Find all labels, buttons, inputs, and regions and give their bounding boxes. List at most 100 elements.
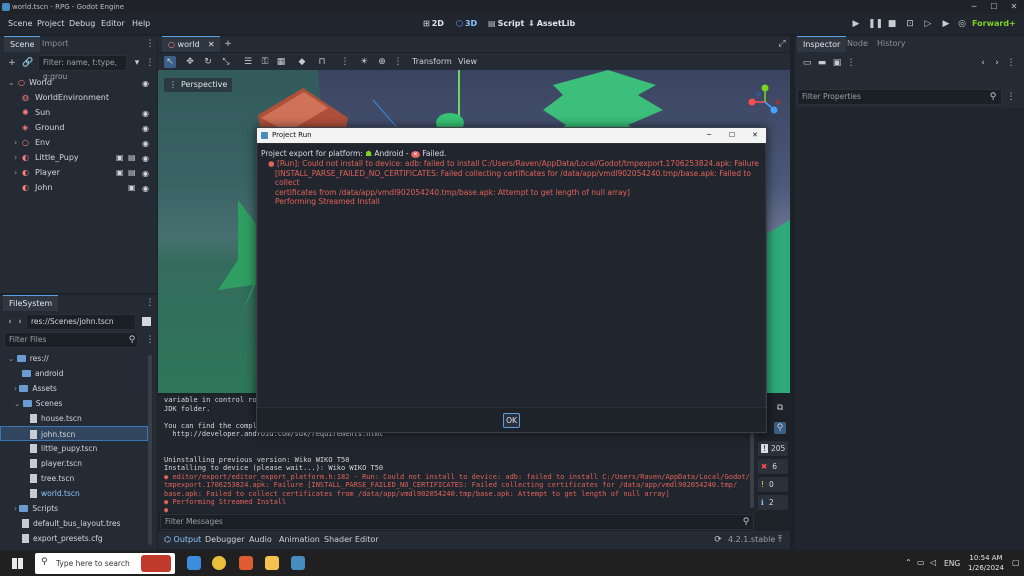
network-icon[interactable]: ▭ bbox=[917, 558, 925, 567]
tab-debugger[interactable]: Debugger bbox=[205, 531, 245, 549]
inspector-options-icon[interactable]: ⋮ bbox=[1005, 91, 1017, 103]
language-indicator[interactable]: ENG bbox=[944, 551, 960, 576]
gizmo-z-dot[interactable] bbox=[770, 106, 778, 114]
dock-menu-icon[interactable]: ⋮ bbox=[144, 38, 156, 50]
renderer-select[interactable]: Forward+ bbox=[972, 14, 1016, 34]
tab-history[interactable]: History bbox=[871, 36, 911, 52]
open-scene-icon[interactable]: ▣ bbox=[128, 180, 136, 195]
workspace-2d-button[interactable]: ⊞ 2D bbox=[423, 14, 444, 34]
view-menu[interactable]: View bbox=[458, 53, 477, 70]
clock-date[interactable]: 1/26/2024 bbox=[962, 564, 1010, 572]
tab-audio[interactable]: Audio bbox=[249, 531, 272, 549]
history-menu-icon[interactable]: ⋮ bbox=[1005, 57, 1017, 69]
preview-menu-icon[interactable]: ⋮ bbox=[392, 56, 404, 68]
path-field[interactable]: res://Scenes/john.tscn bbox=[26, 314, 136, 330]
snap-icon[interactable]: ⊓ bbox=[316, 56, 328, 68]
forward-icon[interactable]: › bbox=[14, 316, 26, 328]
fs-scrollbar[interactable] bbox=[148, 355, 152, 545]
menu-scene[interactable]: Scene bbox=[8, 14, 32, 34]
group-icon[interactable]: ▦ bbox=[275, 56, 287, 68]
save-resource-icon[interactable]: ▣ bbox=[831, 57, 843, 69]
tab-shader-editor[interactable]: Shader Editor bbox=[324, 531, 379, 549]
fs-item-res[interactable]: ⌄ res:// bbox=[0, 351, 148, 366]
gizmo-y-dot[interactable] bbox=[761, 84, 769, 92]
copy-output-icon[interactable]: ⧉ bbox=[774, 402, 786, 414]
windows-start-icon[interactable] bbox=[12, 558, 23, 569]
gizmo-neg-z-dot[interactable] bbox=[755, 91, 761, 97]
tab-node[interactable]: Node bbox=[841, 36, 874, 52]
resource-menu-icon[interactable]: ⋮ bbox=[845, 57, 857, 69]
open-scene-icon[interactable]: ▣ bbox=[116, 150, 124, 165]
fs-item-little-pupy[interactable]: little_pupy.tscn bbox=[0, 441, 148, 456]
distraction-free-icon[interactable]: ⤢ bbox=[776, 38, 788, 50]
visibility-eye-icon[interactable]: ◉ bbox=[142, 166, 149, 181]
list-select-icon[interactable]: ☰ bbox=[242, 56, 254, 68]
lock-icon[interactable]: ⚿ bbox=[259, 56, 271, 68]
tree-node-little-pupy[interactable]: › ◐ Little_Pupy ▣ ▤ ◉ bbox=[0, 150, 155, 165]
play-custom-scene-icon[interactable]: ▶ bbox=[940, 18, 952, 30]
filter-messages-input[interactable]: Filter Messages bbox=[160, 514, 754, 530]
perspective-menu[interactable]: ⋮ Perspective bbox=[164, 78, 233, 92]
tree-node-sun[interactable]: ✺ Sun ◉ bbox=[0, 105, 155, 120]
taskbar-search-box[interactable]: ⚲ Type here to search bbox=[35, 553, 175, 574]
camera-icon[interactable]: ⋮ bbox=[339, 56, 351, 68]
fs-item-world[interactable]: world.tscn bbox=[0, 486, 148, 501]
tree-node-env[interactable]: › ○ Env ◉ bbox=[0, 135, 155, 150]
local-space-icon[interactable]: ◆ bbox=[296, 56, 308, 68]
transform-menu[interactable]: Transform bbox=[412, 53, 452, 70]
movie-maker-icon[interactable]: ◎ bbox=[956, 18, 968, 30]
fs-item-tree[interactable]: tree.tscn bbox=[0, 471, 148, 486]
task-view-icon[interactable] bbox=[187, 556, 201, 570]
file-explorer-icon[interactable] bbox=[265, 556, 279, 570]
remote-debug-icon[interactable]: ⊡ bbox=[904, 18, 916, 30]
link-icon[interactable]: 🔗 bbox=[22, 57, 34, 69]
notifications-icon[interactable]: ▢ bbox=[1012, 558, 1020, 567]
scene-filter-input[interactable]: Filter: name, t:type, g:grou bbox=[38, 55, 127, 81]
chrome-icon[interactable] bbox=[212, 556, 226, 570]
filter-options-icon[interactable]: ▾ bbox=[131, 57, 143, 69]
workspace-3d-button[interactable]: ⬡ 3D bbox=[456, 14, 477, 34]
tree-node-worldenvironment[interactable]: ◍ WorldEnvironment bbox=[0, 90, 155, 105]
info-count-toggle[interactable]: ℹ2 bbox=[758, 495, 788, 510]
ok-button[interactable]: OK bbox=[503, 413, 520, 428]
dialog-close-icon[interactable]: ✕ bbox=[748, 128, 762, 143]
warning-count-toggle[interactable]: ! 0 bbox=[758, 477, 788, 492]
expand-arrow-icon[interactable]: › bbox=[14, 384, 17, 393]
add-node-icon[interactable]: + bbox=[6, 57, 18, 69]
tab-import[interactable]: Import bbox=[36, 36, 75, 52]
workspace-assetlib-button[interactable]: ⬇ AssetLib bbox=[528, 14, 575, 34]
rotate-tool-icon[interactable]: ↻ bbox=[202, 56, 214, 68]
gizmo-x-dot[interactable] bbox=[748, 98, 756, 106]
tree-node-world[interactable]: ⌄ ○ World ◉ bbox=[0, 75, 155, 90]
version-label[interactable]: 4.2.1.stable bbox=[728, 531, 775, 549]
gizmo-neg-x-dot[interactable] bbox=[775, 99, 781, 105]
fs-item-default-bus-layout[interactable]: default_bus_layout.tres bbox=[0, 516, 148, 531]
tab-inspector[interactable]: Inspector bbox=[797, 36, 847, 52]
close-icon[interactable]: ✕ bbox=[1004, 0, 1024, 14]
workspace-script-button[interactable]: ▤ Script bbox=[488, 14, 524, 34]
tab-filesystem[interactable]: FileSystem bbox=[3, 295, 59, 311]
history-forward-icon[interactable]: › bbox=[991, 57, 1003, 69]
tab-world[interactable]: ○ world ✕ bbox=[162, 36, 220, 52]
expand-arrow-icon[interactable]: › bbox=[14, 504, 17, 513]
fs-item-export-presets[interactable]: export_presets.cfg bbox=[0, 531, 148, 546]
tree-node-ground[interactable]: ◈ Ground ◉ bbox=[0, 120, 155, 135]
tray-chevron-icon[interactable]: ⌃ bbox=[905, 558, 912, 567]
fs-item-john[interactable]: john.tscn bbox=[0, 426, 148, 441]
menu-help[interactable]: Help bbox=[132, 14, 150, 34]
play-scene-icon[interactable]: ▷ bbox=[922, 18, 934, 30]
scene-menu-icon[interactable]: ⋮ bbox=[144, 57, 156, 69]
filter-files-input[interactable]: Filter Files bbox=[4, 332, 138, 348]
tree-node-john[interactable]: ◐ John ▣ ◉ bbox=[0, 180, 155, 195]
expand-arrow-icon[interactable]: › bbox=[14, 165, 17, 180]
expand-arrow-icon[interactable]: › bbox=[14, 135, 17, 150]
menu-project[interactable]: Project bbox=[37, 14, 64, 34]
menu-debug[interactable]: Debug bbox=[69, 14, 95, 34]
tab-scene[interactable]: Scene bbox=[4, 36, 41, 52]
message-count-toggle[interactable]: ! 205 bbox=[758, 441, 788, 456]
stop-icon[interactable]: ■ bbox=[886, 18, 898, 30]
fs-item-player[interactable]: player.tscn bbox=[0, 456, 148, 471]
environment-preview-icon[interactable]: ⊕ bbox=[376, 56, 388, 68]
scale-tool-icon[interactable]: ⤡ bbox=[220, 56, 232, 68]
split-view-icon[interactable] bbox=[142, 317, 151, 326]
